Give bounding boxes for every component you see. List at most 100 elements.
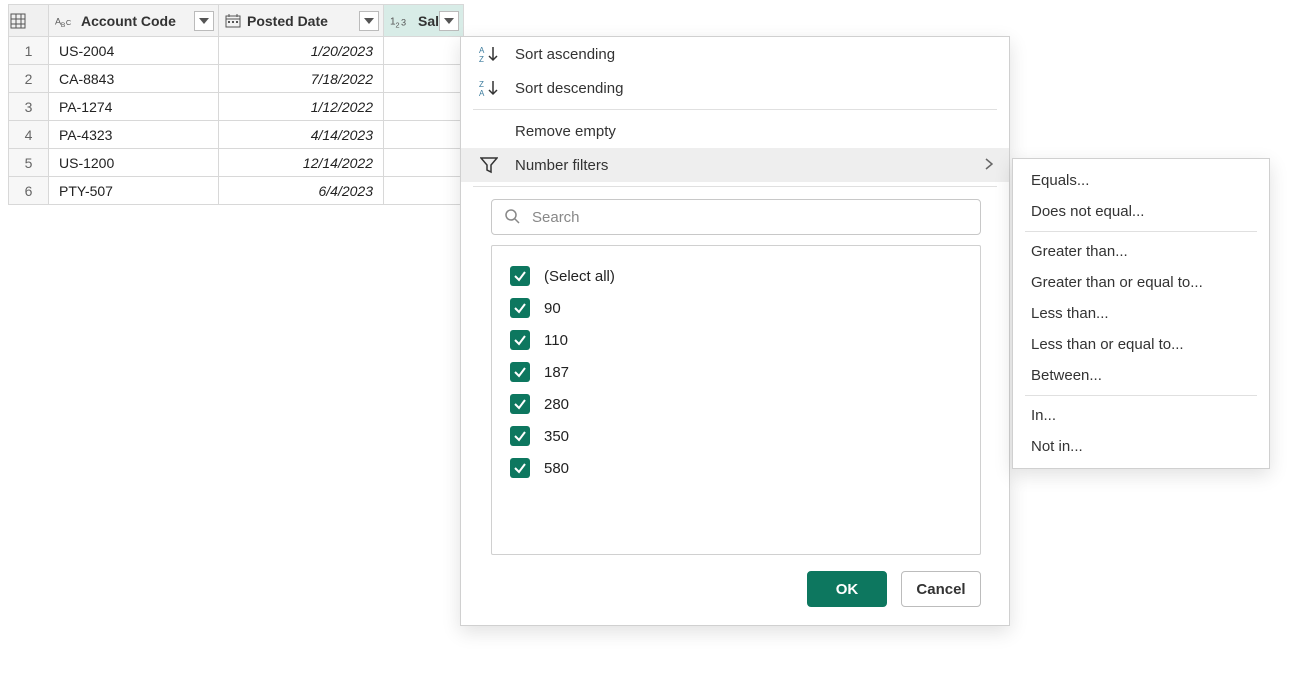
- filter-icon: [477, 156, 501, 174]
- cell-sales[interactable]: [384, 93, 464, 121]
- menu-separator: [1025, 231, 1257, 232]
- check-label: 90: [544, 300, 561, 317]
- filter-equals[interactable]: Equals...: [1013, 165, 1269, 196]
- check-label: 110: [544, 332, 568, 349]
- cell-posted-date[interactable]: 1/12/2022: [219, 93, 384, 121]
- table-row[interactable]: 1US-20041/20/2023: [9, 37, 464, 65]
- text-type-icon: ABC: [55, 14, 75, 28]
- sort-descending-item[interactable]: ZA Sort descending: [461, 71, 1009, 105]
- svg-text:Z: Z: [479, 55, 484, 63]
- filter-not-in[interactable]: Not in...: [1013, 431, 1269, 462]
- checkbox-checked-icon[interactable]: [510, 362, 530, 382]
- filter-value-row[interactable]: 110: [510, 324, 962, 356]
- filter-value-row[interactable]: 187: [510, 356, 962, 388]
- sort-ascending-item[interactable]: AZ Sort ascending: [461, 37, 1009, 71]
- filter-value-row[interactable]: 90: [510, 292, 962, 324]
- checkbox-checked-icon[interactable]: [510, 394, 530, 414]
- menu-separator: [1025, 395, 1257, 396]
- filter-values-list[interactable]: (Select all) 90 110 187 280 350 580: [491, 245, 981, 555]
- cell-posted-date[interactable]: 12/14/2022: [219, 149, 384, 177]
- data-grid[interactable]: ABC Account Code Posted Date: [8, 4, 464, 205]
- svg-text:C: C: [66, 18, 72, 27]
- cell-account-code[interactable]: PA-4323: [49, 121, 219, 149]
- cell-sales[interactable]: [384, 177, 464, 205]
- checkbox-checked-icon[interactable]: [510, 426, 530, 446]
- filter-greater-than[interactable]: Greater than...: [1013, 236, 1269, 267]
- row-index: 3: [9, 93, 49, 121]
- filter-does-not-equal[interactable]: Does not equal...: [1013, 196, 1269, 227]
- filter-between[interactable]: Between...: [1013, 360, 1269, 391]
- table-row[interactable]: 6PTY-5076/4/2023: [9, 177, 464, 205]
- cell-posted-date[interactable]: 6/4/2023: [219, 177, 384, 205]
- row-index: 1: [9, 37, 49, 65]
- table-row[interactable]: 3PA-12741/12/2022: [9, 93, 464, 121]
- table-row[interactable]: 4PA-43234/14/2023: [9, 121, 464, 149]
- table-row[interactable]: 2CA-88437/18/2022: [9, 65, 464, 93]
- filter-value-row[interactable]: 280: [510, 388, 962, 420]
- check-label: 580: [544, 460, 569, 477]
- menu-label: Sort ascending: [515, 46, 993, 63]
- cell-posted-date[interactable]: 4/14/2023: [219, 121, 384, 149]
- filter-value-row[interactable]: 580: [510, 452, 962, 484]
- row-index: 2: [9, 65, 49, 93]
- check-label: 187: [544, 364, 569, 381]
- column-filter-popup: AZ Sort ascending ZA Sort descending Rem…: [460, 36, 1010, 626]
- cell-account-code[interactable]: US-1200: [49, 149, 219, 177]
- cell-sales[interactable]: [384, 37, 464, 65]
- chevron-right-icon: [985, 157, 993, 173]
- remove-empty-item[interactable]: Remove empty: [461, 114, 1009, 148]
- cell-sales[interactable]: [384, 65, 464, 93]
- column-header-sales[interactable]: 123 Sales: [384, 5, 464, 37]
- svg-text:Z: Z: [479, 80, 484, 89]
- svg-text:A: A: [479, 46, 485, 55]
- cell-posted-date[interactable]: 1/20/2023: [219, 37, 384, 65]
- checkbox-checked-icon[interactable]: [510, 266, 530, 286]
- column-filter-button[interactable]: [194, 11, 214, 31]
- checkbox-checked-icon[interactable]: [510, 298, 530, 318]
- sort-asc-icon: AZ: [477, 45, 501, 63]
- filter-in[interactable]: In...: [1013, 400, 1269, 431]
- cell-sales[interactable]: [384, 149, 464, 177]
- check-label: 350: [544, 428, 569, 445]
- filter-greater-than-or-equal[interactable]: Greater than or equal to...: [1013, 267, 1269, 298]
- search-input[interactable]: [530, 208, 968, 227]
- search-icon: [504, 208, 520, 227]
- cell-sales[interactable]: [384, 121, 464, 149]
- cell-account-code[interactable]: US-2004: [49, 37, 219, 65]
- cell-account-code[interactable]: PTY-507: [49, 177, 219, 205]
- checkbox-checked-icon[interactable]: [510, 330, 530, 350]
- cancel-button[interactable]: Cancel: [901, 571, 981, 607]
- checkbox-checked-icon[interactable]: [510, 458, 530, 478]
- check-label: 280: [544, 396, 569, 413]
- number-filters-item[interactable]: Number filters: [461, 148, 1009, 182]
- sort-desc-icon: ZA: [477, 79, 501, 97]
- search-box[interactable]: [491, 199, 981, 235]
- column-filter-button[interactable]: [359, 11, 379, 31]
- cell-account-code[interactable]: PA-1274: [49, 93, 219, 121]
- column-label: Account Code: [81, 13, 176, 29]
- row-index: 5: [9, 149, 49, 177]
- filter-value-row[interactable]: 350: [510, 420, 962, 452]
- menu-label: Number filters: [515, 157, 971, 174]
- svg-text:3: 3: [401, 17, 406, 27]
- row-index-header[interactable]: [9, 5, 49, 37]
- menu-label: Remove empty: [515, 123, 993, 140]
- filter-less-than-or-equal[interactable]: Less than or equal to...: [1013, 329, 1269, 360]
- ok-button[interactable]: OK: [807, 571, 887, 607]
- cell-account-code[interactable]: CA-8843: [49, 65, 219, 93]
- column-label: Posted Date: [247, 13, 328, 29]
- menu-separator: [473, 186, 997, 187]
- table-row[interactable]: 5US-120012/14/2022: [9, 149, 464, 177]
- menu-separator: [473, 109, 997, 110]
- svg-text:A: A: [479, 89, 485, 97]
- select-all-row[interactable]: (Select all): [510, 260, 962, 292]
- column-filter-button[interactable]: [439, 11, 459, 31]
- row-index: 4: [9, 121, 49, 149]
- column-header-account-code[interactable]: ABC Account Code: [49, 5, 219, 37]
- cell-posted-date[interactable]: 7/18/2022: [219, 65, 384, 93]
- number-filters-submenu: Equals... Does not equal... Greater than…: [1012, 158, 1270, 469]
- button-label: Cancel: [916, 581, 965, 598]
- filter-less-than[interactable]: Less than...: [1013, 298, 1269, 329]
- column-header-posted-date[interactable]: Posted Date: [219, 5, 384, 37]
- check-label: (Select all): [544, 268, 615, 285]
